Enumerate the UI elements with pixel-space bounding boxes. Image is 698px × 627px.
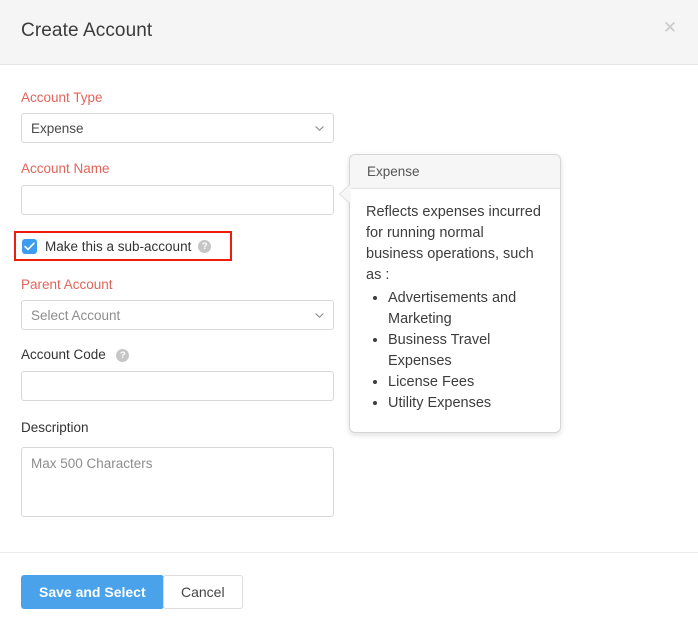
list-item: Utility Expenses — [388, 393, 544, 414]
modal-footer: Save and Select Cancel — [0, 552, 698, 627]
save-and-select-button[interactable]: Save and Select — [21, 575, 164, 609]
sub-account-help-icon[interactable]: ? — [198, 240, 211, 253]
parent-account-select[interactable] — [21, 300, 334, 330]
modal-header: Create Account ✕ — [0, 0, 698, 65]
popover-item-list: Advertisements and Marketing Business Tr… — [366, 288, 544, 414]
account-code-input[interactable] — [21, 371, 334, 401]
account-type-value[interactable] — [21, 113, 334, 143]
parent-account-value[interactable] — [21, 300, 334, 330]
popover-title: Expense — [350, 155, 560, 189]
account-name-input[interactable] — [21, 185, 334, 215]
close-icon[interactable]: ✕ — [658, 16, 682, 40]
modal-body: Account Type Account Name Make this a su… — [0, 65, 698, 552]
account-code-help-icon[interactable]: ? — [116, 349, 129, 362]
popover-arrow-inner-icon — [340, 184, 351, 204]
description-textarea[interactable] — [21, 447, 334, 517]
sub-account-checkbox[interactable] — [22, 239, 37, 254]
account-code-label-row: Account Code ? — [21, 346, 129, 364]
account-type-info-popover: Expense Reflects expenses incurred for r… — [349, 154, 561, 433]
popover-description: Reflects expenses incurred for running n… — [366, 202, 544, 286]
account-type-label: Account Type — [21, 89, 103, 107]
page-title: Create Account — [21, 20, 152, 42]
sub-account-annotation-box: Make this a sub-account ? — [14, 231, 232, 261]
description-label: Description — [21, 419, 89, 437]
sub-account-label: Make this a sub-account — [45, 239, 191, 254]
parent-account-label: Parent Account — [21, 276, 113, 294]
list-item: Business Travel Expenses — [388, 330, 544, 372]
account-code-label: Account Code — [21, 347, 106, 362]
account-name-label: Account Name — [21, 160, 110, 178]
account-type-select[interactable] — [21, 113, 334, 143]
list-item: Advertisements and Marketing — [388, 288, 544, 330]
list-item: License Fees — [388, 372, 544, 393]
popover-body: Reflects expenses incurred for running n… — [350, 189, 560, 432]
cancel-button[interactable]: Cancel — [163, 575, 243, 609]
